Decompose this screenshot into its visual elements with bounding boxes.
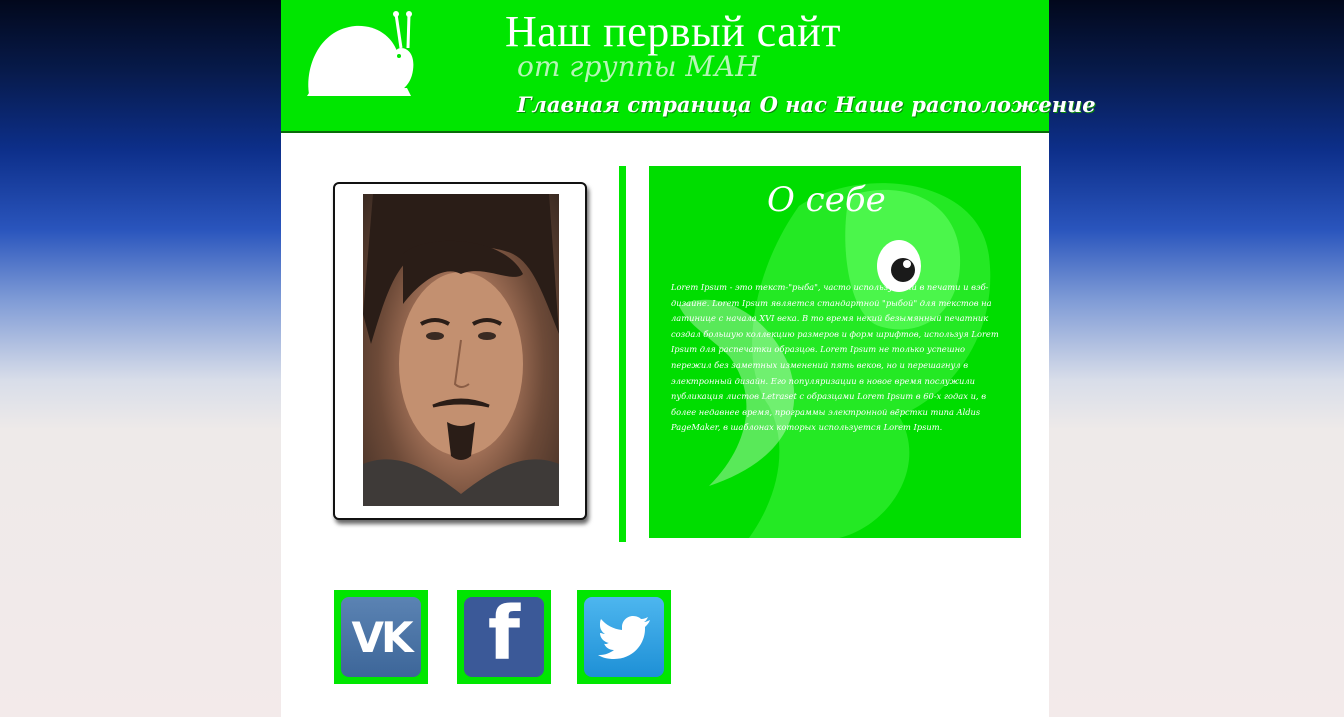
facebook-icon: f: [464, 597, 544, 677]
portrait-photo: [363, 194, 559, 506]
main-nav: Главная страница О нас Наше расположение: [517, 92, 1096, 117]
about-text: Lorem Ipsum - это текст-"рыба", часто ис…: [671, 282, 999, 433]
nav-item-about[interactable]: О нас: [760, 92, 827, 117]
site-header: Наш первый сайт от группы МАН Главная ст…: [281, 0, 1096, 133]
vk-icon: VK: [341, 597, 421, 677]
twitter-bird-icon: [584, 597, 664, 677]
about-title: О себе: [767, 180, 886, 220]
nav-item-location[interactable]: Наше расположение: [835, 92, 1096, 117]
facebook-button[interactable]: f: [457, 590, 551, 684]
snail-icon[interactable]: [303, 10, 433, 100]
page-container: Наш первый сайт от группы МАН Главная ст…: [281, 0, 1096, 717]
profile-photo-frame: [333, 182, 587, 520]
nav-item-home[interactable]: Главная страница: [517, 92, 752, 117]
about-panel: О себе Lorem Ipsum - это текст-"рыба", ч…: [649, 166, 1021, 538]
vertical-divider: [619, 166, 626, 542]
site-subtitle: от группы МАН: [517, 50, 760, 83]
vk-button[interactable]: VK: [334, 590, 428, 684]
twitter-button[interactable]: [577, 590, 671, 684]
